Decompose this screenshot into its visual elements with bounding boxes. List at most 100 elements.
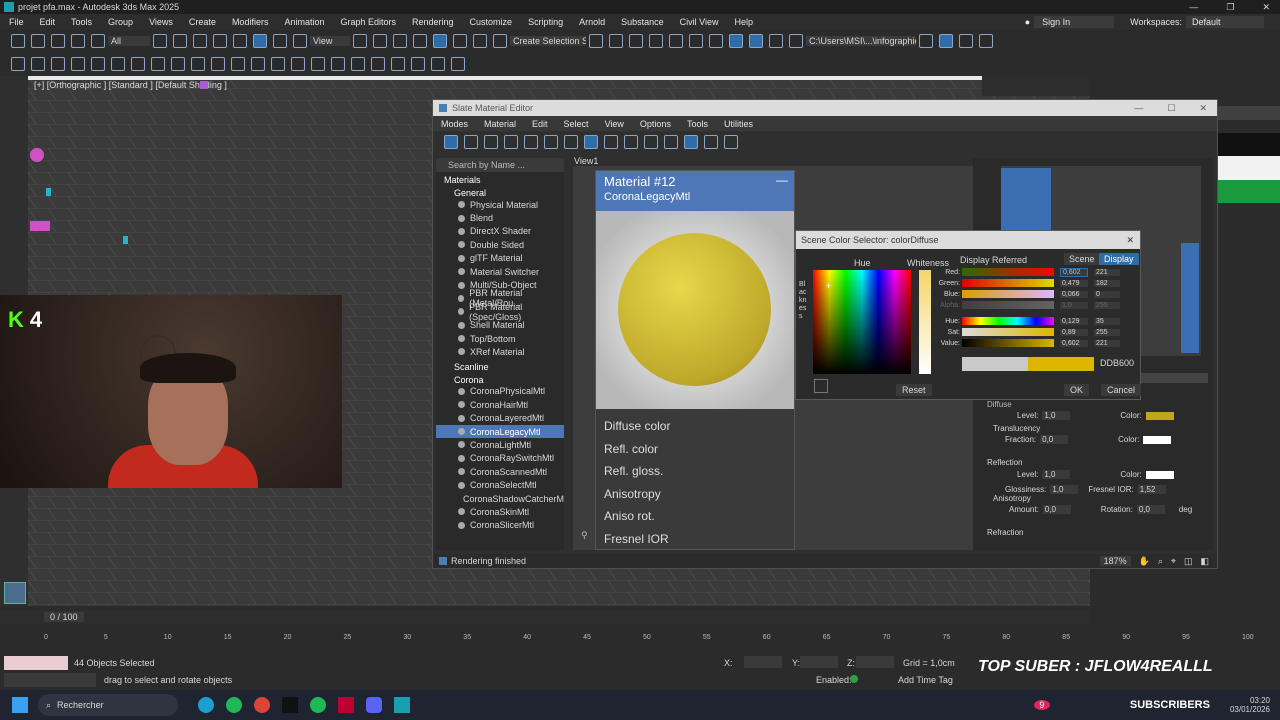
selection-filter-dropdown[interactable]: All bbox=[108, 36, 150, 46]
channel-float-field[interactable]: 0,129 bbox=[1060, 317, 1088, 325]
channel-slider[interactable] bbox=[962, 339, 1054, 347]
clone-icon[interactable] bbox=[431, 57, 445, 71]
zoom-value[interactable]: 187% bbox=[1099, 556, 1131, 566]
discord-icon[interactable] bbox=[366, 697, 382, 713]
show-background-icon[interactable] bbox=[624, 135, 638, 149]
refl-color-swatch[interactable] bbox=[1145, 470, 1174, 479]
zoom-extents-icon[interactable]: ◫ bbox=[1184, 556, 1193, 567]
maximize-icon[interactable]: ❐ bbox=[1226, 2, 1234, 13]
corona-material-item[interactable]: CoronaHairMtl bbox=[436, 398, 564, 411]
parameter-editor-icon[interactable] bbox=[724, 135, 738, 149]
keyboard-shortcut-icon[interactable] bbox=[393, 34, 407, 48]
sme-minimize-icon[interactable]: — bbox=[1134, 103, 1143, 113]
put-material-icon[interactable] bbox=[484, 135, 498, 149]
xform-icon[interactable] bbox=[391, 57, 405, 71]
workspace-dropdown[interactable]: Default bbox=[1186, 16, 1264, 28]
track-view-icon[interactable] bbox=[351, 57, 365, 71]
view-tab[interactable]: View1 bbox=[574, 156, 598, 166]
enabled-toggle[interactable] bbox=[850, 675, 858, 683]
axis-constraints-icon[interactable] bbox=[171, 57, 185, 71]
node-slot[interactable]: Anisotropy bbox=[596, 483, 794, 506]
node-editor-icon[interactable] bbox=[704, 135, 718, 149]
sign-in-button[interactable]: Sign In bbox=[1034, 16, 1115, 28]
arnold-render-icon[interactable] bbox=[979, 34, 993, 48]
brush-presets-icon[interactable] bbox=[131, 57, 145, 71]
light-lister-icon[interactable] bbox=[251, 57, 265, 71]
channel-int-field[interactable]: 255 bbox=[1094, 301, 1120, 309]
select-by-name-icon[interactable] bbox=[173, 34, 187, 48]
camera-icon[interactable] bbox=[291, 57, 305, 71]
menu-customize[interactable]: Customize bbox=[470, 17, 513, 27]
corona-material-item[interactable]: CoronaSkinMtl bbox=[436, 505, 564, 518]
channel-int-field[interactable]: 221 bbox=[1094, 339, 1120, 347]
reference-coord-dropdown[interactable]: View bbox=[310, 36, 350, 46]
sme-menu-view[interactable]: View bbox=[605, 119, 624, 129]
channel-slider[interactable] bbox=[962, 268, 1054, 276]
extras-icon[interactable] bbox=[191, 57, 205, 71]
lay-out-icon[interactable] bbox=[644, 135, 658, 149]
rect-selection-icon[interactable] bbox=[193, 34, 207, 48]
display-toggle[interactable]: Display bbox=[1099, 253, 1139, 265]
close-icon[interactable]: ✕ bbox=[1262, 2, 1270, 13]
diffuse-level-spinner[interactable]: 1,0 bbox=[1042, 411, 1071, 420]
undo-icon[interactable] bbox=[11, 34, 25, 48]
anim-layers-icon[interactable] bbox=[111, 57, 125, 71]
show-shaded-icon[interactable] bbox=[584, 135, 598, 149]
link-icon[interactable] bbox=[51, 34, 65, 48]
general-group[interactable]: General bbox=[436, 185, 564, 198]
pick-material-icon[interactable] bbox=[464, 135, 478, 149]
menu-modifiers[interactable]: Modifiers bbox=[232, 17, 269, 27]
z-field[interactable] bbox=[856, 656, 894, 668]
zoom-region-icon[interactable]: ⌖ bbox=[1171, 556, 1176, 567]
channel-float-field[interactable]: 0,602 bbox=[1060, 267, 1088, 277]
channel-float-field[interactable]: 0,479 bbox=[1060, 279, 1088, 287]
render-shortcuts-icon[interactable] bbox=[151, 57, 165, 71]
channel-slider[interactable] bbox=[962, 317, 1054, 325]
taskbar-search[interactable]: ⌕ Rechercher bbox=[38, 694, 178, 716]
bind-space-warp-icon[interactable] bbox=[91, 34, 105, 48]
render-icon[interactable] bbox=[789, 34, 803, 48]
spacing-tool-icon[interactable] bbox=[451, 57, 465, 71]
help-icon[interactable] bbox=[331, 57, 345, 71]
time-slider-thumb[interactable]: 0 / 100 bbox=[44, 612, 84, 622]
cs-close-icon[interactable]: ✕ bbox=[1126, 235, 1134, 246]
scene-toggle[interactable]: Scene bbox=[1064, 253, 1100, 265]
material-type-item[interactable]: Physical Material bbox=[436, 198, 564, 211]
material-editor-icon[interactable] bbox=[729, 34, 743, 48]
layer-tool-icon[interactable] bbox=[11, 57, 25, 71]
sme-maximize-icon[interactable]: ☐ bbox=[1167, 103, 1175, 114]
assign-material-icon[interactable] bbox=[504, 135, 518, 149]
channel-slider[interactable] bbox=[962, 301, 1054, 309]
array-icon[interactable] bbox=[411, 57, 425, 71]
corona-material-item[interactable]: CoronaSelectMtl bbox=[436, 478, 564, 491]
dope-sheet-icon[interactable] bbox=[371, 57, 385, 71]
snap-tool-icon[interactable] bbox=[31, 57, 45, 71]
render-frame-icon[interactable] bbox=[769, 34, 783, 48]
channel-slider[interactable] bbox=[962, 279, 1054, 287]
angle-snap-icon[interactable] bbox=[433, 34, 447, 48]
scene-object[interactable] bbox=[30, 221, 50, 231]
refl-level-spinner[interactable]: 1,0 bbox=[1042, 470, 1071, 479]
menu-views[interactable]: Views bbox=[149, 17, 173, 27]
channel-float-field[interactable]: 1,0 bbox=[1060, 301, 1088, 309]
diffuse-color-swatch[interactable] bbox=[1145, 411, 1174, 420]
material-type-item[interactable]: Top/Bottom bbox=[436, 332, 564, 345]
maxscript-input[interactable] bbox=[4, 673, 96, 687]
sme-close-icon[interactable]: ✕ bbox=[1199, 103, 1207, 114]
corona-material-item[interactable]: CoronaLegacyMtl bbox=[436, 424, 564, 439]
curve-editor-icon[interactable] bbox=[689, 34, 703, 48]
tiktok-icon[interactable] bbox=[282, 697, 298, 713]
align-icon[interactable] bbox=[609, 34, 623, 48]
track-bar[interactable]: 0 5 10 15 20 25 30 35 40 45 50 55 60 65 70 75 80 85 90 95 10… bbox=[0, 626, 1280, 652]
channel-int-field[interactable]: 0 bbox=[1094, 290, 1120, 298]
menu-rendering[interactable]: Rendering bbox=[412, 17, 454, 27]
material-node[interactable]: Material #12 CoronaLegacyMtl — Diffuse c… bbox=[595, 170, 795, 550]
hide-unused-icon[interactable] bbox=[564, 135, 578, 149]
menu-group[interactable]: Group bbox=[108, 17, 133, 27]
channel-slider[interactable] bbox=[962, 328, 1054, 336]
container-icon[interactable] bbox=[91, 57, 105, 71]
named-selection-dropdown[interactable]: Create Selection Se bbox=[510, 36, 586, 46]
edge-icon[interactable] bbox=[198, 697, 214, 713]
schematic-view-icon[interactable] bbox=[709, 34, 723, 48]
toggle-ribbon-icon[interactable] bbox=[669, 34, 683, 48]
